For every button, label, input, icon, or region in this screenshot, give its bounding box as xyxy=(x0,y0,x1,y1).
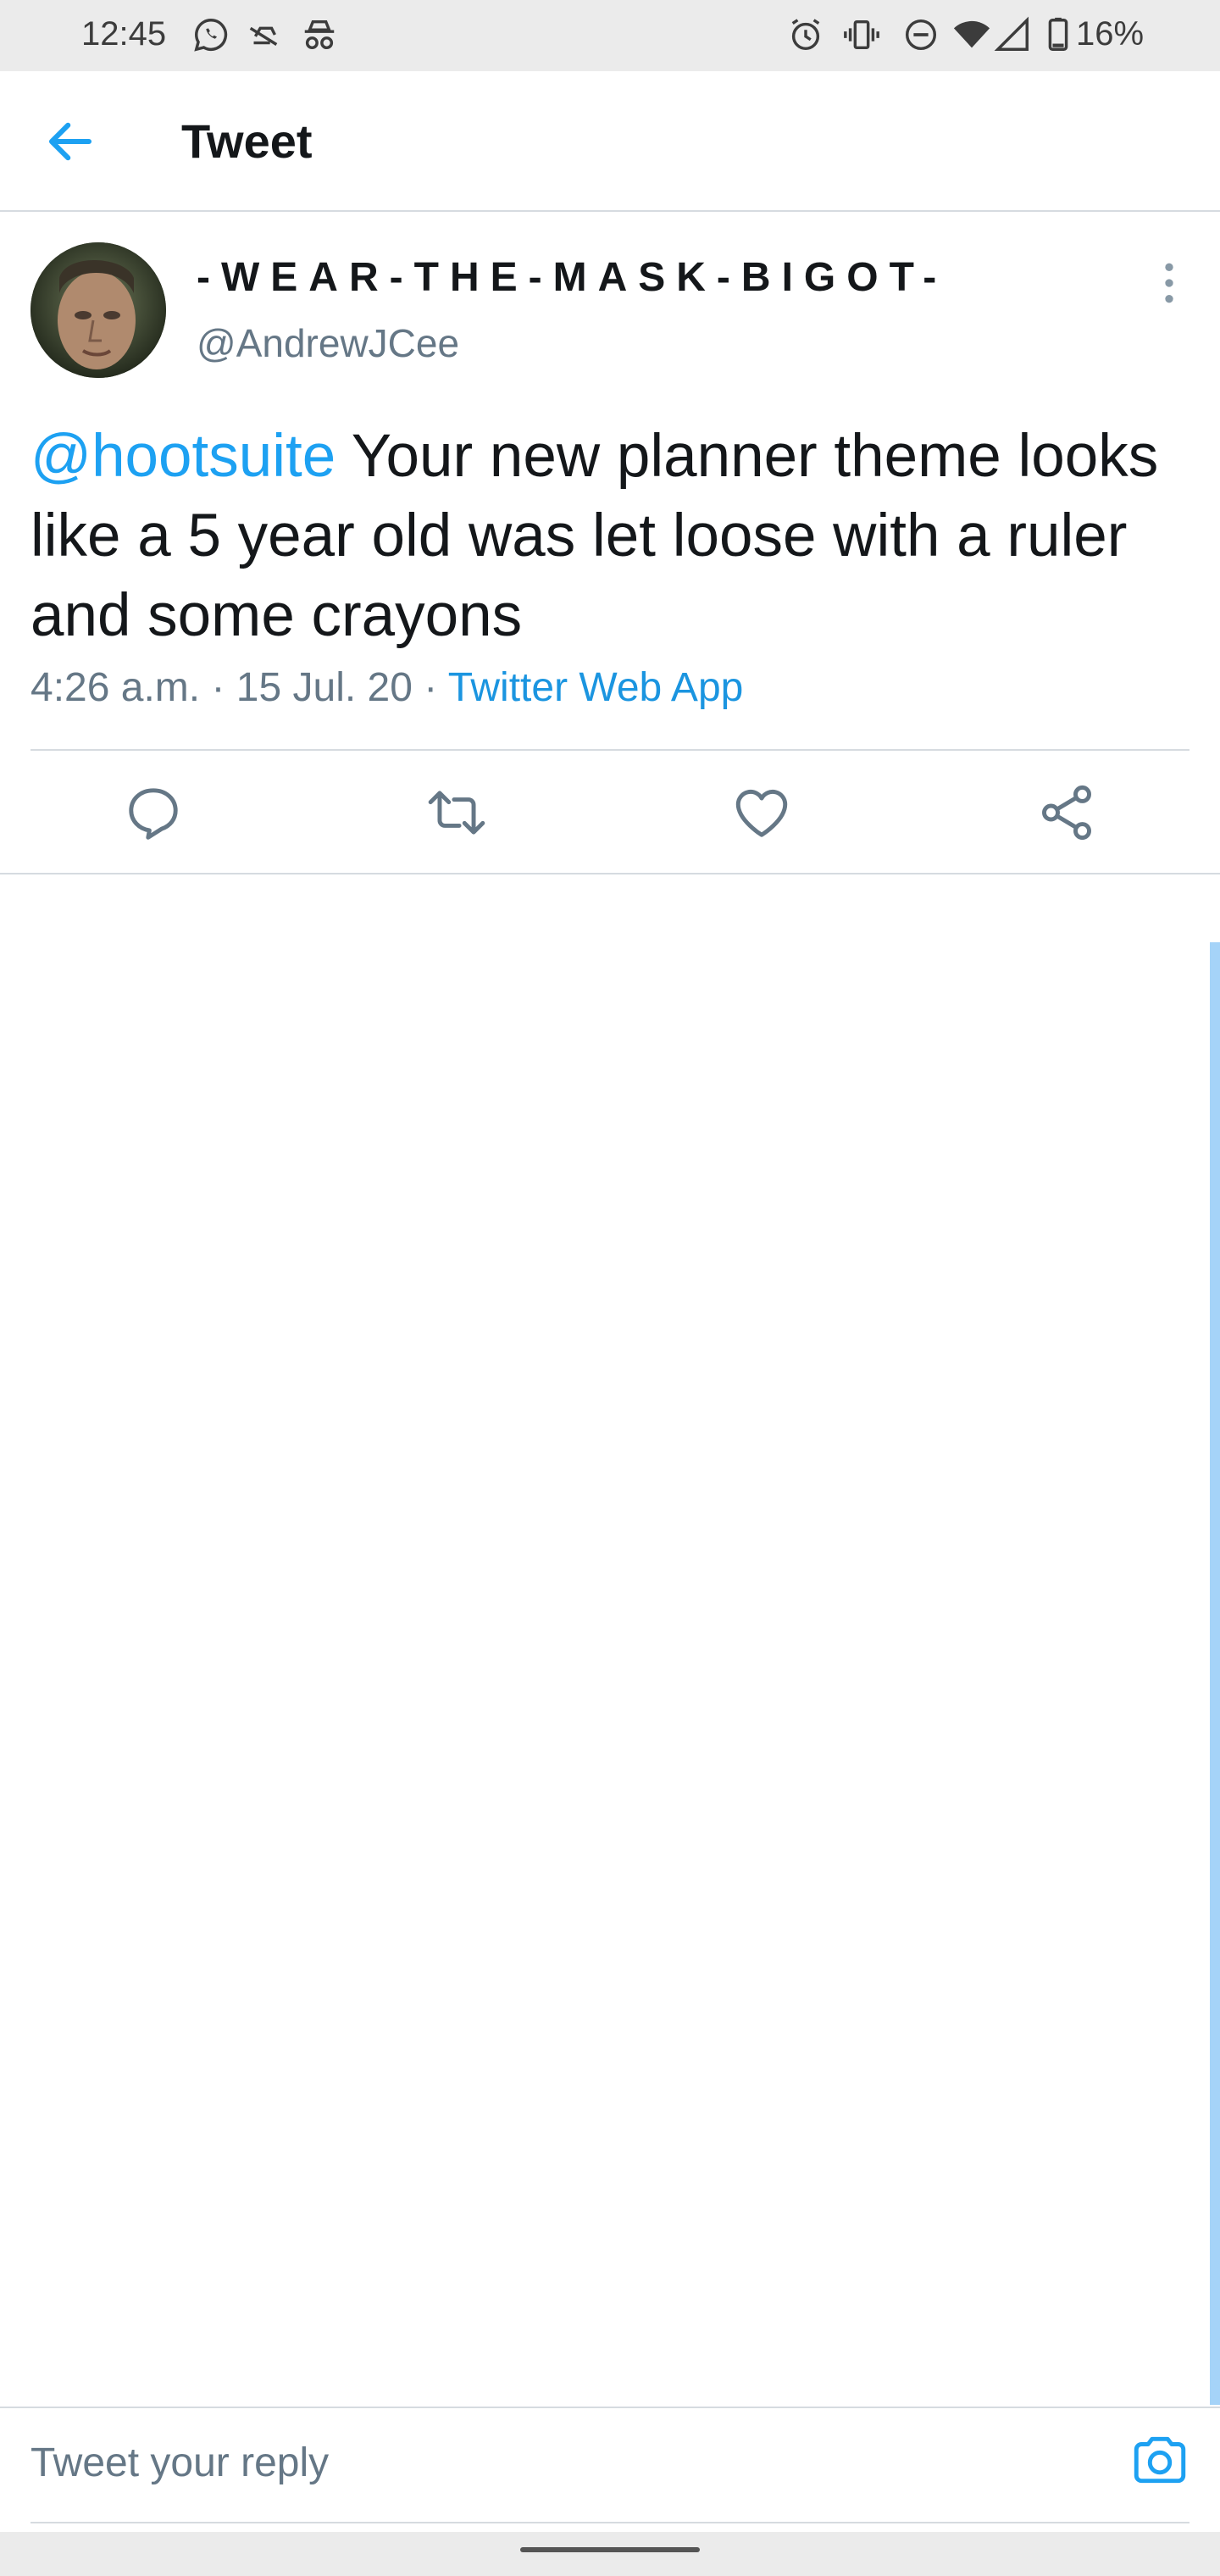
meta-separator: · xyxy=(200,665,236,710)
page-title: Tweet xyxy=(181,114,313,168)
reply-bar xyxy=(0,2407,1220,2523)
divider xyxy=(0,873,1220,874)
incognito-icon xyxy=(304,19,335,50)
wifi-icon xyxy=(953,20,990,48)
vibrate-icon xyxy=(844,19,879,50)
heart-icon[interactable] xyxy=(730,781,793,844)
battery-percentage: 16% xyxy=(1076,15,1145,53)
mention-link[interactable]: @hootsuite xyxy=(30,423,336,490)
tweet-actions xyxy=(0,752,1220,873)
more-options-icon[interactable] xyxy=(1152,259,1186,307)
do-not-disturb-icon xyxy=(905,19,937,51)
tweet-date: 15 Jul. 20 xyxy=(236,665,413,710)
divider xyxy=(30,749,1190,751)
retweet-icon[interactable] xyxy=(425,781,488,844)
comment-icon[interactable] xyxy=(122,781,185,844)
tweet-metadata: 4:26 a.m. · 15 Jul. 20 · Twitter Web App xyxy=(30,664,743,711)
tweet-time: 4:26 a.m. xyxy=(30,665,201,710)
user-handle[interactable]: @AndrewJCee xyxy=(197,320,459,366)
tweet-source-link[interactable]: Twitter Web App xyxy=(448,665,744,710)
status-bar: 12:45 16% xyxy=(0,0,1220,71)
battery-icon xyxy=(1048,17,1068,51)
reply-underline xyxy=(30,2522,1190,2523)
reply-input[interactable] xyxy=(30,2429,1098,2496)
app-bar: Tweet xyxy=(0,71,1220,212)
cell-signal-icon xyxy=(994,16,1029,51)
alarm-icon xyxy=(791,19,820,51)
meta-separator: · xyxy=(412,665,448,710)
share-icon[interactable] xyxy=(1035,781,1098,844)
sync-off-icon xyxy=(249,26,278,46)
navigation-bar xyxy=(0,2532,1220,2576)
camera-icon[interactable] xyxy=(1128,2429,1191,2491)
arrow-left-icon[interactable] xyxy=(42,114,98,169)
tweet-text: @hootsuite Your new planner theme looks … xyxy=(30,417,1200,656)
whatsapp-icon xyxy=(194,19,228,52)
avatar[interactable] xyxy=(30,242,166,378)
gesture-handle[interactable] xyxy=(520,2547,700,2552)
scrollbar[interactable] xyxy=(1210,942,1220,2405)
display-name[interactable]: -WEAR-THE-MASK-BIGOT- xyxy=(197,254,947,301)
status-time: 12:45 xyxy=(81,15,167,53)
